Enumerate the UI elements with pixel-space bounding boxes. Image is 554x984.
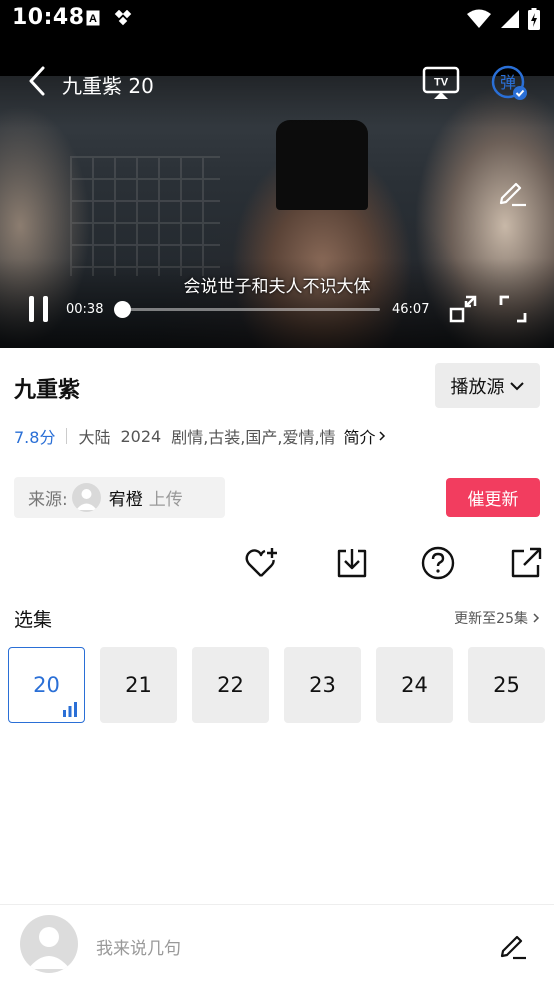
chevron-down-icon xyxy=(509,381,524,390)
episodes-updated-text: 更新至25集 xyxy=(454,611,528,627)
character-hat xyxy=(276,120,368,210)
fullscreen-icon[interactable] xyxy=(498,294,528,324)
comment-bar: 我来说几句 xyxy=(0,904,554,984)
show-meta: 7.8分 大陆 2024 剧情,古装,国产,爱情,情 简介 xyxy=(14,424,386,448)
pause-icon[interactable] xyxy=(26,294,52,324)
upload-text: 上传 xyxy=(148,490,183,510)
play-source-label: 播放源 xyxy=(450,376,505,398)
user-avatar-icon xyxy=(75,489,97,510)
edit-comment-icon[interactable] xyxy=(498,929,528,961)
urge-update-button[interactable]: 催更新 xyxy=(446,478,540,517)
episode-item[interactable]: 20 xyxy=(8,647,85,723)
status-time: 10:48 xyxy=(12,5,85,30)
user-avatar-icon xyxy=(28,927,70,969)
tv-cast-icon[interactable]: TV xyxy=(422,66,460,100)
svg-text:A: A xyxy=(89,13,97,25)
wifi-icon xyxy=(467,9,491,28)
intro-link-label: 简介 xyxy=(343,428,376,447)
back-icon[interactable] xyxy=(24,64,52,98)
battery-charging-icon xyxy=(528,8,540,30)
episode-item[interactable]: 21 xyxy=(100,647,177,723)
episode-list: 20 21 22 23 24 25 xyxy=(8,647,545,723)
episode-label: 21 xyxy=(125,673,152,697)
episode-label: 23 xyxy=(309,673,336,697)
chevron-right-icon xyxy=(533,613,540,623)
intro-link[interactable]: 简介 xyxy=(344,424,386,448)
progress-knob[interactable] xyxy=(113,301,131,318)
episode-item[interactable]: 22 xyxy=(192,647,269,723)
show-title: 九重紫 xyxy=(14,378,81,403)
signal-icon xyxy=(501,10,519,28)
danmu-toggle-icon[interactable]: 弹 xyxy=(490,64,528,102)
diamond-dots-icon xyxy=(114,10,132,26)
svg-text:弹: 弹 xyxy=(500,73,516,92)
episode-label: 24 xyxy=(401,673,428,697)
font-a-icon: A xyxy=(86,10,100,26)
picture-in-picture-icon[interactable] xyxy=(448,294,478,324)
region: 大陆 xyxy=(78,428,111,447)
comment-input[interactable]: 我来说几句 xyxy=(96,934,181,959)
chevron-right-icon xyxy=(379,431,385,441)
uploader-chip[interactable]: 来源: 宥橙 上传 xyxy=(14,477,225,518)
svg-text:TV: TV xyxy=(434,77,449,89)
episode-item[interactable]: 23 xyxy=(284,647,361,723)
source-label: 来源: xyxy=(28,490,68,510)
video-title: 九重紫 20 xyxy=(62,74,154,98)
favorite-add-icon[interactable] xyxy=(244,545,280,581)
episode-label: 22 xyxy=(217,673,244,697)
uploader-avatar xyxy=(71,483,101,512)
episodes-heading: 选集 xyxy=(14,609,53,631)
download-icon[interactable] xyxy=(334,545,370,581)
help-icon[interactable] xyxy=(420,545,456,581)
status-left-icons: A xyxy=(86,10,134,28)
play-source-dropdown[interactable]: 播放源 xyxy=(435,363,540,408)
episodes-updated-link[interactable]: 更新至25集 xyxy=(454,608,540,628)
episode-label: 25 xyxy=(493,673,520,697)
episode-label: 20 xyxy=(33,673,60,697)
playing-bars-icon xyxy=(63,702,77,717)
episode-item[interactable]: 24 xyxy=(376,647,453,723)
total-time: 46:07 xyxy=(392,302,430,317)
episode-item[interactable]: 25 xyxy=(468,647,545,723)
genres: 剧情,古装,国产,爱情,情 xyxy=(171,428,336,447)
rating: 7.8分 xyxy=(14,428,56,447)
edit-danmu-icon[interactable] xyxy=(496,176,528,208)
divider xyxy=(66,428,68,444)
year: 2024 xyxy=(120,426,162,446)
share-icon[interactable] xyxy=(508,545,544,581)
current-time: 00:38 xyxy=(66,302,104,317)
progress-bar[interactable] xyxy=(113,301,380,318)
status-bar: 10:48 A xyxy=(0,0,554,38)
status-right-icons xyxy=(466,8,540,30)
video-player[interactable]: 九重紫 20 TV 弹 会说世子和夫人不识大体 00:38 46:07 xyxy=(0,38,554,348)
my-avatar[interactable] xyxy=(20,915,78,973)
uploader-name: 宥橙 xyxy=(108,490,143,510)
